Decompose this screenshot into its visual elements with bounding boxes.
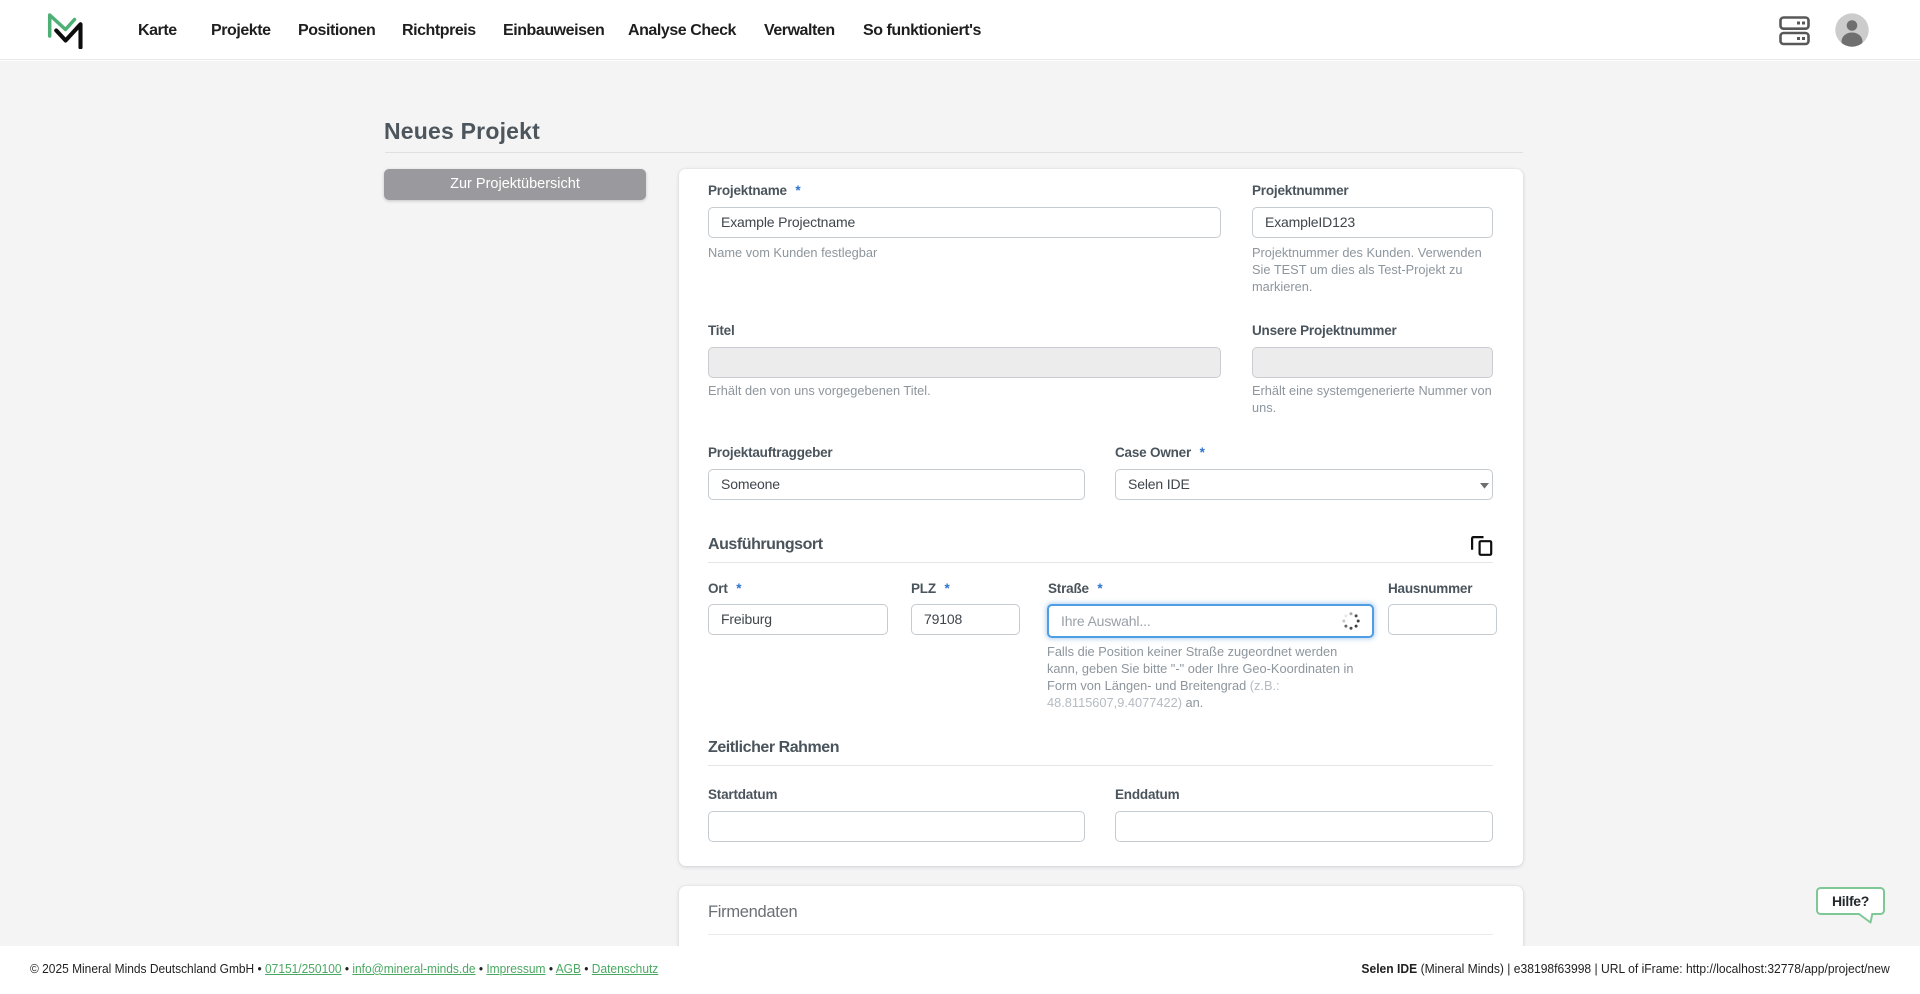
svg-text:Hilfe?: Hilfe? — [1832, 893, 1869, 909]
